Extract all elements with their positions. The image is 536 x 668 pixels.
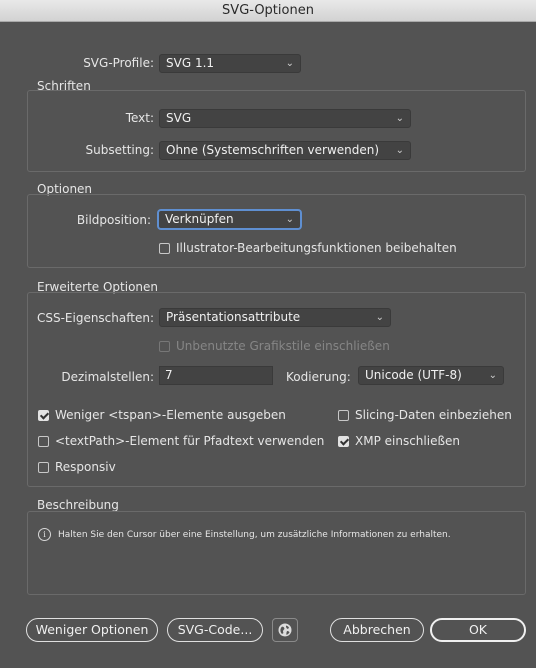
subsetting-label: Subsetting: — [85, 143, 154, 157]
window-title: SVG-Optionen — [0, 0, 536, 22]
description-group-title: Beschreibung — [37, 498, 119, 512]
fewer-tspan-label[interactable]: Weniger <tspan>-Elemente ausgeben — [55, 408, 286, 422]
chevron-down-icon: ⌄ — [488, 370, 497, 381]
info-icon: i — [38, 528, 51, 541]
preserve-illustrator-label[interactable]: Illustrator-Bearbeitungsfunktionen beibe… — [176, 241, 457, 255]
slicing-data-checkbox[interactable] — [338, 410, 349, 421]
description-text: Halten Sie den Cursor über eine Einstell… — [58, 530, 451, 540]
text-value: SVG — [166, 111, 192, 125]
unused-styles-checkbox[interactable] — [159, 341, 170, 352]
css-properties-label: CSS-Eigenschaften: — [36, 311, 154, 325]
chevron-down-icon: ⌄ — [285, 58, 294, 69]
image-location-value: Verknüpfen — [165, 212, 234, 226]
responsive-checkbox[interactable] — [38, 462, 49, 473]
ok-button[interactable]: OK — [430, 618, 526, 642]
decimal-places-label: Dezimalstellen: — [61, 370, 154, 384]
unused-styles-label: Unbenutzte Grafikstile einschließen — [176, 339, 390, 353]
svg-code-button[interactable]: SVG-Code... — [167, 618, 263, 642]
chevron-down-icon: ⌄ — [395, 145, 404, 156]
preserve-illustrator-checkbox[interactable] — [159, 243, 170, 254]
text-label: Text: — [125, 111, 154, 125]
encoding-label: Kodierung: — [286, 370, 351, 384]
subsetting-value: Ohne (Systemschriften verwenden) — [166, 143, 380, 157]
textpath-checkbox[interactable] — [38, 436, 49, 447]
css-properties-select[interactable]: Präsentationsattribute ⌄ — [159, 308, 391, 327]
options-group — [27, 194, 526, 268]
css-properties-value: Präsentationsattribute — [166, 310, 301, 324]
textpath-label[interactable]: <textPath>-Element für Pfadtext verwende… — [55, 434, 324, 448]
xmp-label[interactable]: XMP einschließen — [355, 434, 460, 448]
image-location-select[interactable]: Verknüpfen ⌄ — [158, 210, 301, 229]
globe-icon — [278, 623, 292, 637]
fewer-options-button[interactable]: Weniger Optionen — [26, 618, 158, 642]
xmp-checkbox[interactable] — [338, 436, 349, 447]
encoding-select[interactable]: Unicode (UTF-8) ⌄ — [358, 366, 504, 385]
decimal-places-field[interactable]: 7 — [159, 366, 273, 385]
chevron-down-icon: ⌄ — [375, 312, 384, 323]
web-preview-button[interactable] — [272, 618, 298, 642]
svg-profile-value: SVG 1.1 — [166, 56, 215, 70]
svg-profile-label: SVG-Profile: — [83, 56, 154, 70]
subsetting-select[interactable]: Ohne (Systemschriften verwenden) ⌄ — [159, 141, 411, 160]
text-select[interactable]: SVG ⌄ — [159, 109, 411, 128]
cancel-button[interactable]: Abbrechen — [330, 618, 424, 642]
responsive-label[interactable]: Responsiv — [55, 460, 116, 474]
chevron-down-icon: ⌄ — [395, 113, 404, 124]
image-location-label: Bildposition: — [76, 213, 151, 227]
slicing-data-label[interactable]: Slicing-Daten einbeziehen — [355, 408, 512, 422]
fewer-tspan-checkbox[interactable] — [38, 410, 49, 421]
svg-profile-select[interactable]: SVG 1.1 ⌄ — [159, 54, 301, 73]
description-group — [27, 511, 526, 595]
encoding-value: Unicode (UTF-8) — [365, 368, 462, 382]
chevron-down-icon: ⌄ — [285, 214, 294, 225]
